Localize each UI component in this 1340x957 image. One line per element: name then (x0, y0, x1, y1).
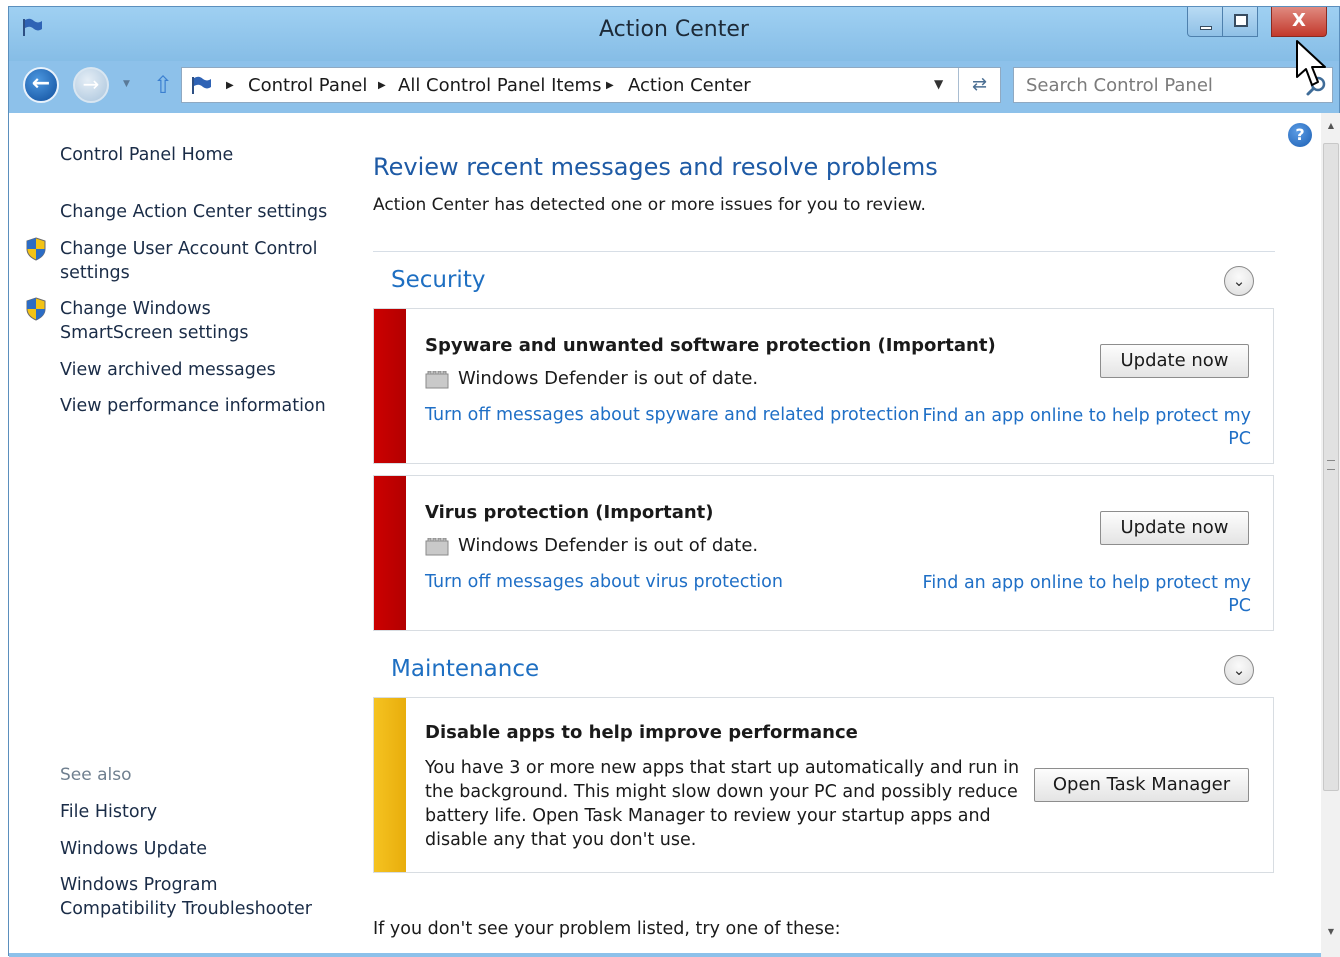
close-button[interactable]: X (1271, 7, 1327, 37)
refresh-button[interactable]: ⇄ (958, 68, 1000, 102)
scroll-up-arrow-icon[interactable]: ▲ (1321, 121, 1340, 135)
breadcrumb-action-center[interactable]: Action Center (628, 75, 751, 96)
update-now-button[interactable]: Update now (1100, 344, 1249, 378)
main-pane: ? Review recent messages and resolve pro… (331, 113, 1321, 957)
help-icon[interactable]: ? (1288, 123, 1312, 147)
recent-locations-dropdown[interactable]: ▼ (123, 79, 130, 89)
breadcrumb-control-panel[interactable]: Control Panel (248, 75, 367, 96)
scroll-down-arrow-icon[interactable]: ▼ (1321, 927, 1340, 941)
minimize-button[interactable] (1187, 7, 1223, 37)
search-box[interactable] (1013, 67, 1333, 103)
collapse-maintenance-chevron-icon[interactable]: ⌄ (1224, 655, 1254, 685)
up-arrow-icon: ⇧ (152, 71, 174, 99)
message-body: You have 3 or more new apps that start u… (425, 758, 1020, 850)
find-app-online-link[interactable]: Find an app online to help protect my PC (921, 405, 1251, 451)
sidebar-link-change-action-center-settings[interactable]: Change Action Center settings (60, 200, 327, 224)
update-now-button[interactable]: Update now (1100, 511, 1249, 545)
find-app-online-link[interactable]: Find an app online to help protect my PC (921, 572, 1251, 618)
sidebar-link-view-archived-messages[interactable]: View archived messages (60, 358, 276, 382)
collapse-security-chevron-icon[interactable]: ⌄ (1224, 266, 1254, 296)
see-also-link-windows-update[interactable]: Windows Update (60, 837, 207, 861)
refresh-icon: ⇄ (971, 74, 988, 95)
section-title-maintenance[interactable]: Maintenance (391, 656, 539, 682)
breadcrumb-separator-icon[interactable]: ▶ (226, 80, 234, 91)
message-status: Windows Defender is out of date. (458, 535, 759, 556)
sidebar-link-change-uac-settings[interactable]: Change User Account Control settings (60, 237, 330, 285)
title-bar[interactable]: Action Center X (9, 7, 1339, 61)
breadcrumb-separator-icon[interactable]: ▶ (606, 80, 614, 91)
section-title-security[interactable]: Security (391, 267, 485, 293)
divider (373, 251, 1275, 252)
page-subtitle: Action Center has detected one or more i… (373, 195, 926, 215)
breadcrumb-all-items[interactable]: All Control Panel Items (398, 75, 601, 96)
scroll-thumb[interactable] (1323, 143, 1339, 791)
uac-shield-icon (26, 297, 46, 321)
severity-stripe-warning (374, 698, 406, 872)
scroll-grip-icon (1327, 460, 1335, 470)
message-status: Windows Defender is out of date. (458, 368, 759, 389)
action-center-flag-icon (192, 76, 211, 94)
windows-defender-icon (425, 371, 449, 389)
message-card-startup-apps: Disable apps to help improve performance… (373, 697, 1274, 873)
maximize-button[interactable] (1222, 7, 1258, 37)
address-bar[interactable]: ▶ Control Panel ▶ All Control Panel Item… (181, 67, 1001, 103)
windows-defender-icon (425, 538, 449, 556)
maximize-icon (1234, 14, 1248, 27)
message-card-spyware: Spyware and unwanted software protection… (373, 308, 1274, 464)
see-also-link-compatibility-troubleshooter[interactable]: Windows Program Compatibility Troublesho… (60, 873, 320, 921)
forward-arrow-icon: → (82, 72, 100, 96)
up-one-level-button[interactable]: ⇧ (151, 71, 175, 99)
vertical-scrollbar[interactable]: ▲ ▼ (1321, 113, 1340, 957)
see-also-link-file-history[interactable]: File History (60, 800, 157, 824)
sidebar-link-control-panel-home[interactable]: Control Panel Home (60, 143, 233, 167)
sidebar-link-change-smartscreen-settings[interactable]: Change Windows SmartScreen settings (60, 297, 328, 345)
see-also-heading: See also (60, 765, 132, 785)
turn-off-virus-messages-link[interactable]: Turn off messages about virus protection (425, 572, 783, 592)
open-task-manager-button[interactable]: Open Task Manager (1034, 768, 1249, 802)
back-arrow-icon: ← (31, 71, 51, 96)
window-title: Action Center (599, 17, 749, 42)
severity-stripe-important (374, 476, 406, 630)
address-history-dropdown-icon[interactable]: ▼ (934, 77, 943, 91)
severity-stripe-important (374, 309, 406, 463)
message-card-virus: Virus protection (Important) Windows Def… (373, 475, 1274, 631)
task-pane: Control Panel Home Change Action Center … (9, 113, 331, 957)
turn-off-spyware-messages-link[interactable]: Turn off messages about spyware and rela… (425, 405, 919, 425)
mouse-pointer-icon (1296, 40, 1326, 86)
page-title: Review recent messages and resolve probl… (373, 153, 938, 181)
uac-shield-icon (26, 237, 46, 261)
content-area: Control Panel Home Change Action Center … (9, 113, 1340, 957)
navigation-bar: ← → ▼ ⇧ ▶ Control Panel ▶ All Control Pa… (9, 63, 1339, 113)
sidebar-link-view-performance-information[interactable]: View performance information (60, 394, 326, 418)
back-button[interactable]: ← (23, 67, 59, 103)
forward-button[interactable]: → (73, 67, 109, 103)
message-title: Disable apps to help improve performance (425, 722, 858, 743)
window-bottom-border (9, 953, 1321, 957)
minimize-icon (1200, 26, 1212, 30)
message-title: Spyware and unwanted software protection… (425, 335, 996, 356)
message-title: Virus protection (Important) (425, 502, 714, 523)
explorer-window: Action Center X ← → ▼ ⇧ ▶ Control Panel … (8, 6, 1340, 957)
breadcrumb-separator-icon[interactable]: ▶ (378, 80, 386, 91)
close-icon: X (1292, 10, 1306, 31)
search-input[interactable] (1014, 68, 1294, 102)
troubleshooting-hint: If you don't see your problem listed, tr… (373, 919, 841, 939)
